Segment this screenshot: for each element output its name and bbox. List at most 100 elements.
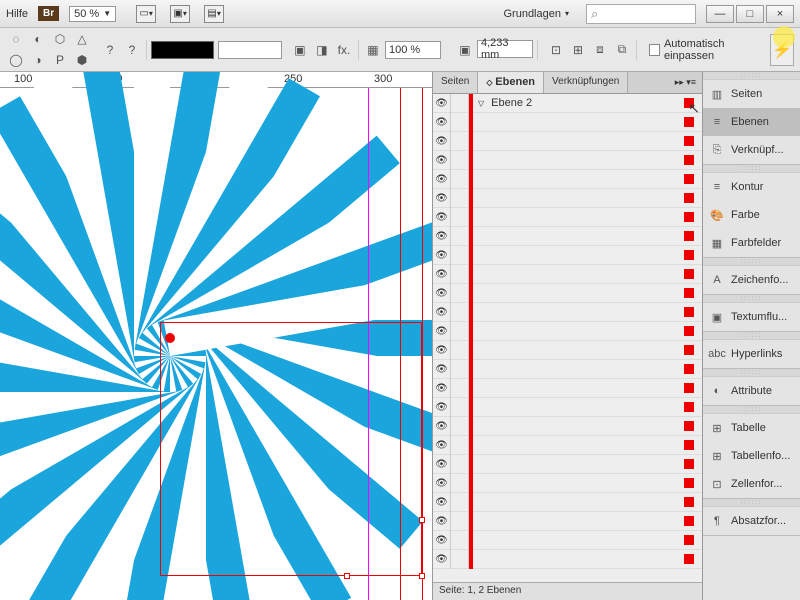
lock-cell[interactable] (451, 265, 469, 284)
color-swatch[interactable] (684, 516, 694, 526)
color-swatch[interactable] (684, 307, 694, 317)
zoom-dropdown[interactable]: 50 %▼ (69, 6, 116, 22)
lock-cell[interactable] (451, 455, 469, 474)
grid-icon[interactable]: ▦ (363, 40, 383, 60)
lock-cell[interactable] (451, 474, 469, 493)
dock-item[interactable]: ◐Attribute (703, 377, 800, 405)
layer-row[interactable]: 👁 (433, 417, 702, 436)
tool-icon[interactable]: ⬡ (50, 29, 70, 49)
color-swatch[interactable] (684, 288, 694, 298)
layer-row[interactable]: 👁 (433, 379, 702, 398)
tool-icon[interactable]: △ (72, 29, 92, 49)
layer-row[interactable]: 👁 (433, 246, 702, 265)
tool-icon[interactable]: ▣ (290, 40, 310, 60)
layer-row[interactable]: 👁 (433, 208, 702, 227)
visibility-icon[interactable]: 👁 (433, 246, 451, 265)
layer-row[interactable]: 👁 (433, 474, 702, 493)
maximize-button[interactable]: □ (736, 5, 764, 23)
dock-item[interactable]: abcHyperlinks (703, 340, 800, 368)
lock-cell[interactable] (451, 512, 469, 531)
color-swatch[interactable] (684, 554, 694, 564)
visibility-icon[interactable]: 👁 (433, 170, 451, 189)
visibility-icon[interactable]: 👁 (433, 227, 451, 246)
layer-row[interactable]: 👁 (433, 303, 702, 322)
minimize-button[interactable]: — (706, 5, 734, 23)
lock-cell[interactable] (451, 132, 469, 151)
tool-icon[interactable]: ◌ (6, 29, 26, 49)
visibility-icon[interactable]: 👁 (433, 512, 451, 531)
dock-item[interactable]: ⊞Tabelle (703, 414, 800, 442)
layer-row[interactable]: 👁 (433, 531, 702, 550)
dock-item[interactable]: AZeichenfo... (703, 266, 800, 294)
color-swatch[interactable] (684, 421, 694, 431)
color-swatch[interactable] (684, 478, 694, 488)
layer-row[interactable]: 👁▽Ebene 2 (433, 94, 702, 113)
layer-row[interactable]: 👁 (433, 151, 702, 170)
lock-cell[interactable] (451, 227, 469, 246)
color-swatch[interactable] (684, 117, 694, 127)
opacity-field[interactable]: 100 % (385, 41, 441, 59)
visibility-icon[interactable]: 👁 (433, 284, 451, 303)
layer-row[interactable]: 👁 (433, 132, 702, 151)
color-swatch[interactable] (684, 364, 694, 374)
dock-item[interactable]: ▥Seiten (703, 80, 800, 108)
dock-item[interactable]: ≡Kontur (703, 173, 800, 201)
stroke-swatch[interactable] (218, 41, 281, 59)
layer-row[interactable]: 👁 (433, 550, 702, 569)
lock-cell[interactable] (451, 531, 469, 550)
tab-seiten[interactable]: Seiten (433, 72, 478, 93)
layer-row[interactable]: 👁 (433, 113, 702, 132)
lock-cell[interactable] (451, 398, 469, 417)
tool-icon[interactable]: ⊞ (568, 40, 588, 60)
measure-field[interactable]: 4,233 mm (477, 40, 533, 58)
layer-row[interactable]: 👁 (433, 436, 702, 455)
dock-item[interactable]: ⊡Zellenfor... (703, 470, 800, 498)
autofit-checkbox[interactable] (649, 44, 660, 56)
visibility-icon[interactable]: 👁 (433, 417, 451, 436)
tab-verknuepfungen[interactable]: Verknüpfungen (544, 72, 628, 93)
color-swatch[interactable] (684, 326, 694, 336)
visibility-icon[interactable]: 👁 (433, 474, 451, 493)
visibility-icon[interactable]: 👁 (433, 113, 451, 132)
color-swatch[interactable] (684, 231, 694, 241)
search-input[interactable] (586, 4, 696, 24)
lock-cell[interactable] (451, 208, 469, 227)
lock-cell[interactable] (451, 322, 469, 341)
color-swatch[interactable] (684, 250, 694, 260)
tab-ebenen[interactable]: ◇ Ebenen (478, 72, 544, 93)
panel-menu[interactable]: ▸▸ ▾≡ (669, 72, 702, 93)
color-swatch[interactable] (684, 269, 694, 279)
visibility-icon[interactable]: 👁 (433, 493, 451, 512)
color-swatch[interactable] (684, 497, 694, 507)
help-icon[interactable]: ? (100, 40, 120, 60)
dock-item[interactable]: ¶Absatzfor... (703, 507, 800, 535)
color-swatch[interactable] (684, 383, 694, 393)
visibility-icon[interactable]: 👁 (433, 531, 451, 550)
color-swatch[interactable] (684, 193, 694, 203)
color-swatch[interactable] (684, 98, 694, 108)
layer-row[interactable]: 👁 (433, 227, 702, 246)
lock-cell[interactable] (451, 379, 469, 398)
color-swatch[interactable] (684, 174, 694, 184)
dock-item[interactable]: ⎘Verknüpf... (703, 136, 800, 164)
lock-cell[interactable] (451, 341, 469, 360)
lock-cell[interactable] (451, 360, 469, 379)
visibility-icon[interactable]: 👁 (433, 303, 451, 322)
dock-item[interactable]: ⊞Tabellenfo... (703, 442, 800, 470)
help-menu[interactable]: Hilfe (6, 8, 28, 20)
layer-row[interactable]: 👁 (433, 455, 702, 474)
tool-icon[interactable]: ◯ (6, 50, 26, 70)
color-swatch[interactable] (684, 440, 694, 450)
layer-row[interactable]: 👁 (433, 398, 702, 417)
visibility-icon[interactable]: 👁 (433, 341, 451, 360)
visibility-icon[interactable]: 👁 (433, 322, 451, 341)
visibility-icon[interactable]: 👁 (433, 265, 451, 284)
lock-cell[interactable] (451, 246, 469, 265)
layer-row[interactable]: 👁 (433, 189, 702, 208)
help-icon[interactable]: ? (122, 40, 142, 60)
tool-icon[interactable]: ◑ (28, 50, 48, 70)
layer-row[interactable]: 👁 (433, 170, 702, 189)
color-swatch[interactable] (684, 535, 694, 545)
lock-cell[interactable] (451, 94, 469, 113)
lock-cell[interactable] (451, 493, 469, 512)
